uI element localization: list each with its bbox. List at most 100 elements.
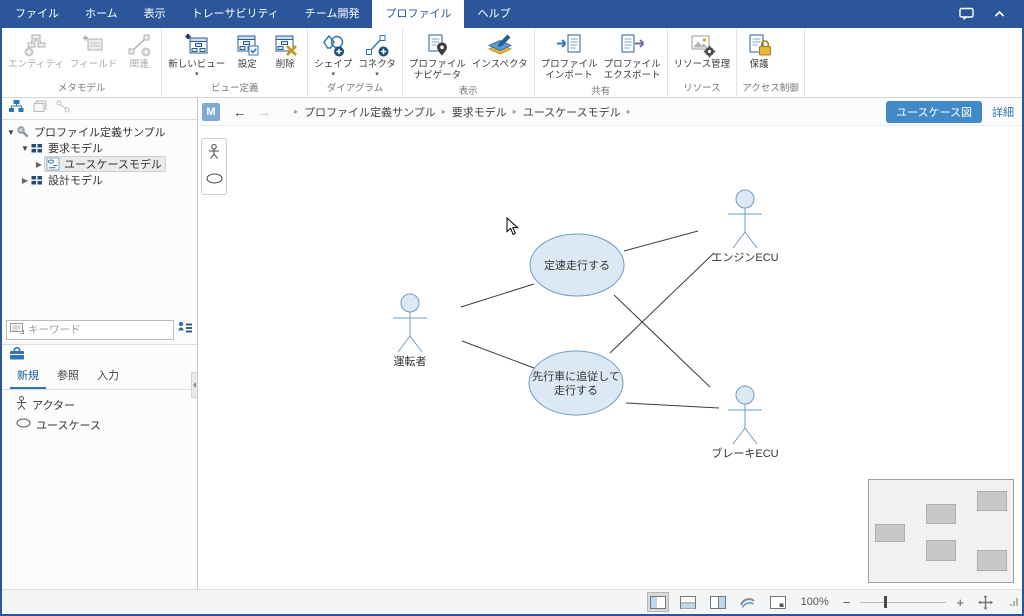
actor-leg[interactable]: [733, 232, 745, 248]
chevron-down-icon: ▾: [195, 72, 199, 78]
association-edge[interactable]: [462, 341, 534, 368]
actor-head[interactable]: [736, 190, 754, 208]
keyword-type-icon[interactable]: [10, 321, 25, 339]
app-window: ファイル ホーム 表示 トレーサビリティ チーム開発 プロファイル ヘルプ エン…: [0, 0, 1024, 616]
profile-export-button[interactable]: プロファイル エクスポート: [601, 29, 664, 81]
toolbox-tab-new[interactable]: 新規: [10, 364, 46, 389]
zoom-level-label: 100%: [801, 596, 829, 608]
user-avatar[interactable]: M: [202, 103, 220, 121]
connector-button[interactable]: コネクタ ▾: [355, 29, 399, 78]
field-button[interactable]: フィールド: [67, 29, 120, 71]
toolbox-item-label: アクター: [32, 397, 75, 413]
shape-button[interactable]: シェイプ ▾: [311, 29, 355, 78]
tree-item-usecase-model[interactable]: ▶ ユースケースモデル: [2, 156, 197, 172]
tree-item-requirement-model[interactable]: ▼ 要求モデル: [2, 140, 197, 156]
toolbox-tab-reference[interactable]: 参照: [50, 364, 86, 389]
toolbox-tabs: 新規 参照 入力: [2, 366, 197, 390]
tree-item-label: 要求モデル: [48, 140, 103, 156]
profile-navigator-button[interactable]: プロファイル ナビゲータ: [406, 29, 469, 81]
expander-right-icon[interactable]: ▶: [34, 160, 44, 169]
usecase-diagram-view-button[interactable]: ユースケース図: [886, 101, 982, 123]
collapse-ribbon-icon[interactable]: [988, 4, 1010, 24]
menu-tab-profile[interactable]: プロファイル: [372, 0, 464, 28]
relation-view-icon[interactable]: [56, 100, 70, 118]
filter-search-icon[interactable]: [177, 321, 193, 340]
expander-down-icon[interactable]: ▼: [6, 128, 16, 137]
fit-view-icon[interactable]: [974, 592, 996, 612]
actor-leg[interactable]: [745, 232, 757, 248]
profile-import-button[interactable]: プロファイル インポート: [538, 29, 601, 81]
minimap[interactable]: [868, 479, 1014, 583]
breadcrumb-bar: M ← → ▸ プロファイル定義サンプル ▸ 要求モデル ▸ ユースケースモデル…: [198, 98, 1022, 126]
diagram-canvas[interactable]: 運転者エンジンECUブレーキECU定速走行する先行車に追従して走行する: [198, 126, 1022, 589]
zoom-slider[interactable]: [860, 595, 946, 609]
association-edge[interactable]: [461, 284, 534, 307]
zoom-slider-handle[interactable]: [884, 596, 887, 608]
expander-right-icon[interactable]: ▶: [20, 176, 30, 185]
breadcrumb-separator-icon: ▸: [442, 107, 446, 116]
protect-button[interactable]: 保護: [740, 29, 778, 71]
resource-management-button[interactable]: リソース管理: [671, 29, 734, 71]
ribbon-group-share: プロファイル インポート プロファイル エクスポート 共有: [535, 28, 668, 97]
palette-usecase-icon[interactable]: [206, 171, 223, 189]
toolbox-tab-input[interactable]: 入力: [90, 364, 126, 389]
ribbon-button-label: エンティティ: [8, 60, 64, 71]
relation-button[interactable]: 関連: [120, 29, 158, 71]
ribbon-group-diagram: シェイプ ▾ コネクタ ▾ ダイアグラム: [308, 28, 403, 97]
association-edge[interactable]: [614, 295, 710, 387]
breadcrumb-segment[interactable]: プロファイル定義サンプル: [304, 104, 436, 120]
resize-grip[interactable]: [1010, 598, 1018, 606]
actor-leg[interactable]: [733, 428, 745, 444]
actor-leg[interactable]: [745, 428, 757, 444]
menu-tab-traceability[interactable]: トレーサビリティ: [179, 0, 292, 28]
feedback-comment-icon[interactable]: [956, 4, 978, 24]
association-edge[interactable]: [610, 253, 714, 353]
entity-button[interactable]: エンティティ: [5, 29, 67, 71]
layout-horizontal-split-icon[interactable]: [677, 592, 699, 612]
association-edge[interactable]: [626, 403, 719, 408]
view-settings-button[interactable]: 設定: [228, 29, 266, 71]
breadcrumb-segment[interactable]: 要求モデル: [452, 104, 507, 120]
keyword-search-input[interactable]: [28, 324, 170, 336]
trace-view-icon[interactable]: [737, 592, 759, 612]
toolbox-item-label: ユースケース: [36, 417, 101, 433]
usecase-glyph-icon: [16, 418, 31, 431]
menu-tab-file[interactable]: ファイル: [2, 0, 72, 28]
breadcrumb-separator-icon: ▸: [627, 107, 631, 116]
actor-head[interactable]: [736, 386, 754, 404]
actor-head[interactable]: [401, 294, 419, 312]
toolbox-icon: [9, 347, 25, 365]
tree-item-design-model[interactable]: ▶ 設計モデル: [2, 172, 197, 188]
layout-vertical-split-icon[interactable]: [707, 592, 729, 612]
nav-back-icon[interactable]: ←: [228, 105, 252, 119]
tree-item-label: 設計モデル: [48, 172, 103, 188]
tree-item-profile-sample[interactable]: ▼ プロファイル定義サンプル: [2, 124, 197, 140]
palette-actor-icon[interactable]: [208, 144, 220, 165]
menu-tab-home[interactable]: ホーム: [72, 0, 131, 28]
menu-tab-team[interactable]: チーム開発: [292, 0, 373, 28]
menu-tab-help[interactable]: ヘルプ: [464, 0, 523, 28]
sidebar-collapse-handle[interactable]: [191, 372, 197, 398]
zoom-out-button[interactable]: −: [841, 595, 853, 610]
association-edge[interactable]: [624, 231, 698, 251]
usecase-node[interactable]: [529, 351, 623, 415]
zoom-in-button[interactable]: +: [954, 595, 966, 610]
minimap-toggle-icon[interactable]: [767, 592, 789, 612]
new-view-button[interactable]: 新しいビュー ▾: [165, 29, 228, 78]
breadcrumb-segment[interactable]: ユースケースモデル: [523, 104, 621, 120]
toolbox-item-usecase[interactable]: ユースケース: [16, 416, 197, 433]
ribbon-button-label: プロファイル ナビゲータ: [409, 60, 466, 81]
actor-leg[interactable]: [398, 336, 410, 352]
view-delete-button[interactable]: 削除: [266, 29, 304, 71]
model-navigator-icon[interactable]: [9, 100, 24, 118]
inspector-button[interactable]: インスペクタ: [469, 29, 531, 71]
menu-tab-view[interactable]: 表示: [131, 0, 179, 28]
nav-forward-icon[interactable]: →: [252, 105, 276, 119]
expander-down-icon[interactable]: ▼: [20, 144, 30, 153]
toolbox-item-actor[interactable]: アクター: [16, 396, 197, 413]
actor-leg[interactable]: [410, 336, 422, 352]
layout-single-icon[interactable]: [647, 592, 669, 612]
view-list-icon[interactable]: [33, 100, 47, 118]
detail-link[interactable]: 詳細: [992, 104, 1014, 120]
connector-icon: [363, 31, 391, 59]
